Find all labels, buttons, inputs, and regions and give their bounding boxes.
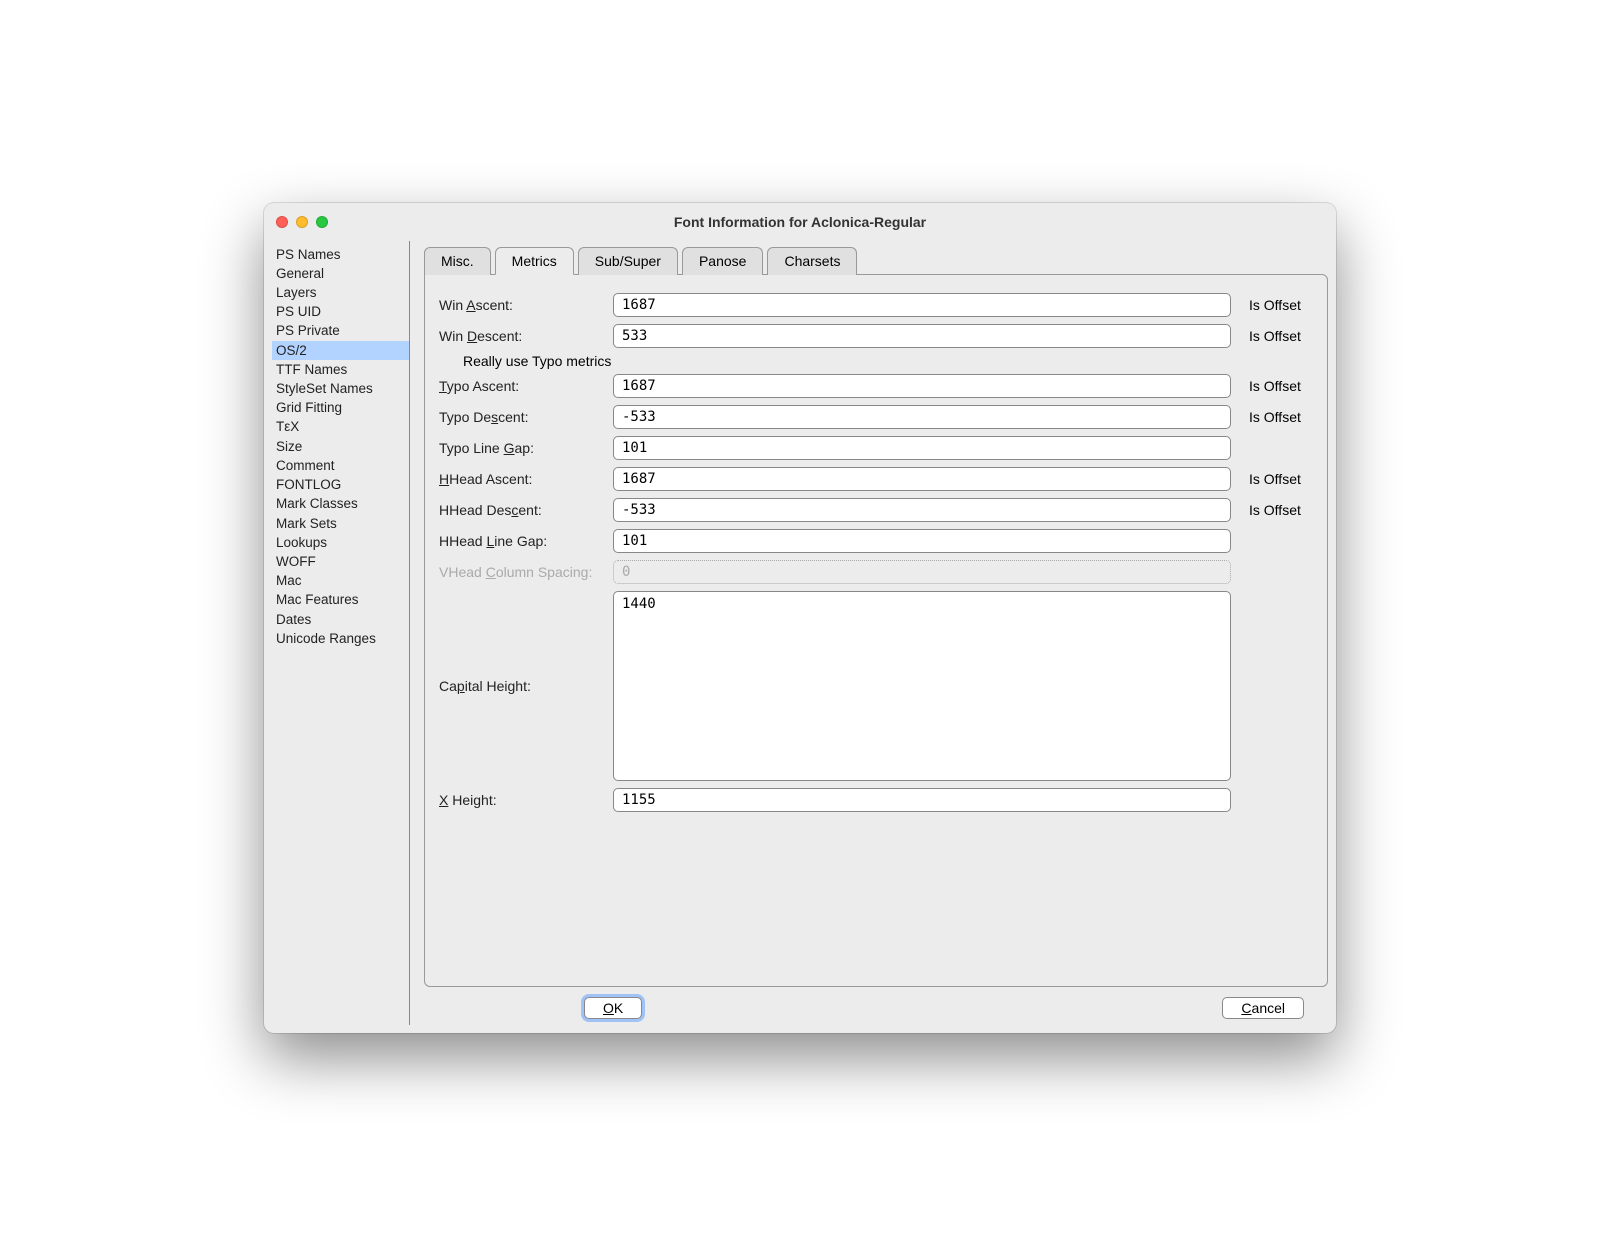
tab-bar: Misc.MetricsSub/SuperPanoseCharsets xyxy=(424,247,1328,274)
sidebar-item-styleset-names[interactable]: StyleSet Names xyxy=(272,380,409,399)
traffic-lights xyxy=(276,216,328,228)
row-hhead-linegap: HHead Line Gap: xyxy=(439,529,1313,553)
tab-metrics[interactable]: Metrics xyxy=(495,247,574,275)
row-x-height: X Height: xyxy=(439,788,1313,812)
row-win-descent: Win Descent: Is Offset xyxy=(439,324,1313,348)
sidebar-item-woff[interactable]: WOFF xyxy=(272,553,409,572)
sidebar-item-ps-private[interactable]: PS Private xyxy=(272,322,409,341)
sidebar-item-os-2[interactable]: OS/2 xyxy=(272,341,409,360)
sidebar-item-size[interactable]: Size xyxy=(272,437,409,456)
win-descent-label: Win Descent: xyxy=(439,328,613,344)
hhead-descent-input[interactable] xyxy=(613,498,1231,522)
hhead-ascent-input[interactable] xyxy=(613,467,1231,491)
is-offset-label[interactable]: Is Offset xyxy=(1231,409,1313,425)
typo-descent-input[interactable] xyxy=(613,405,1231,429)
is-offset-label[interactable]: Is Offset xyxy=(1231,471,1313,487)
row-typo-descent: Typo Descent: Is Offset xyxy=(439,405,1313,429)
sidebar-item-ttf-names[interactable]: TTF Names xyxy=(272,360,409,379)
sidebar-item-mac[interactable]: Mac xyxy=(272,572,409,591)
tab-charsets[interactable]: Charsets xyxy=(767,247,857,275)
main-panel: Misc.MetricsSub/SuperPanoseCharsets Win … xyxy=(410,241,1328,1025)
sidebar-item-mark-classes[interactable]: Mark Classes xyxy=(272,495,409,514)
sidebar-item-fontlog[interactable]: FONTLOG xyxy=(272,476,409,495)
sidebar-item-ps-uid[interactable]: PS UID xyxy=(272,303,409,322)
metrics-pane: Win Ascent: Is Offset Win Descent: Is Of… xyxy=(424,274,1328,987)
x-height-label: X Height: xyxy=(439,792,613,808)
sidebar-item-unicode-ranges[interactable]: Unicode Ranges xyxy=(272,629,409,648)
font-info-window: Font Information for Aclonica-Regular PS… xyxy=(264,203,1336,1033)
close-icon[interactable] xyxy=(276,216,288,228)
row-hhead-descent: HHead Descent: Is Offset xyxy=(439,498,1313,522)
vhead-spacing-input xyxy=(613,560,1231,584)
sidebar-item-comment[interactable]: Comment xyxy=(272,456,409,475)
capital-height-input[interactable] xyxy=(613,591,1231,781)
sidebar-item-t-x[interactable]: TεX xyxy=(272,418,409,437)
hhead-ascent-label: HHead Ascent: xyxy=(439,471,613,487)
win-ascent-label: Win Ascent: xyxy=(439,297,613,313)
win-descent-input[interactable] xyxy=(613,324,1231,348)
hhead-linegap-label: HHead Line Gap: xyxy=(439,533,613,549)
sidebar-item-lookups[interactable]: Lookups xyxy=(272,533,409,552)
titlebar: Font Information for Aclonica-Regular xyxy=(264,203,1336,241)
use-typo-label: Really use Typo metrics xyxy=(463,353,611,369)
sidebar-item-grid-fitting[interactable]: Grid Fitting xyxy=(272,399,409,418)
row-win-ascent: Win Ascent: Is Offset xyxy=(439,293,1313,317)
sidebar-item-mark-sets[interactable]: Mark Sets xyxy=(272,514,409,533)
sidebar: PS NamesGeneralLayersPS UIDPS PrivateOS/… xyxy=(272,241,410,1025)
row-capital-height: Capital Height: xyxy=(439,591,1313,781)
win-ascent-input[interactable] xyxy=(613,293,1231,317)
tab-sub-super[interactable]: Sub/Super xyxy=(578,247,678,275)
sidebar-item-general[interactable]: General xyxy=(272,264,409,283)
row-typo-ascent: Typo Ascent: Is Offset xyxy=(439,374,1313,398)
row-hhead-ascent: HHead Ascent: Is Offset xyxy=(439,467,1313,491)
typo-descent-label: Typo Descent: xyxy=(439,409,613,425)
is-offset-label[interactable]: Is Offset xyxy=(1231,297,1313,313)
vhead-spacing-label: VHead Column Spacing: xyxy=(439,564,613,580)
content-area: PS NamesGeneralLayersPS UIDPS PrivateOS/… xyxy=(264,241,1336,1033)
footer: OK Cancel xyxy=(424,987,1328,1025)
sidebar-item-dates[interactable]: Dates xyxy=(272,610,409,629)
is-offset-label[interactable]: Is Offset xyxy=(1231,378,1313,394)
hhead-descent-label: HHead Descent: xyxy=(439,502,613,518)
typo-ascent-label: Typo Ascent: xyxy=(439,378,613,394)
is-offset-label[interactable]: Is Offset xyxy=(1231,328,1313,344)
tab-misc-[interactable]: Misc. xyxy=(424,247,491,275)
typo-linegap-label: Typo Line Gap: xyxy=(439,440,613,456)
x-height-input[interactable] xyxy=(613,788,1231,812)
row-typo-linegap: Typo Line Gap: xyxy=(439,436,1313,460)
ok-button[interactable]: OK xyxy=(584,997,642,1019)
sidebar-item-layers[interactable]: Layers xyxy=(272,283,409,302)
row-vhead-spacing: VHead Column Spacing: xyxy=(439,560,1313,584)
sidebar-item-ps-names[interactable]: PS Names xyxy=(272,245,409,264)
hhead-linegap-input[interactable] xyxy=(613,529,1231,553)
tab-panose[interactable]: Panose xyxy=(682,247,763,275)
capital-height-label: Capital Height: xyxy=(439,678,613,694)
sidebar-item-mac-features[interactable]: Mac Features xyxy=(272,591,409,610)
typo-ascent-input[interactable] xyxy=(613,374,1231,398)
cancel-button[interactable]: Cancel xyxy=(1222,997,1304,1019)
is-offset-label[interactable]: Is Offset xyxy=(1231,502,1313,518)
typo-linegap-input[interactable] xyxy=(613,436,1231,460)
use-typo-checkbox-row[interactable]: Really use Typo metrics xyxy=(439,353,1313,369)
window-title: Font Information for Aclonica-Regular xyxy=(264,214,1336,230)
zoom-icon[interactable] xyxy=(316,216,328,228)
minimize-icon[interactable] xyxy=(296,216,308,228)
